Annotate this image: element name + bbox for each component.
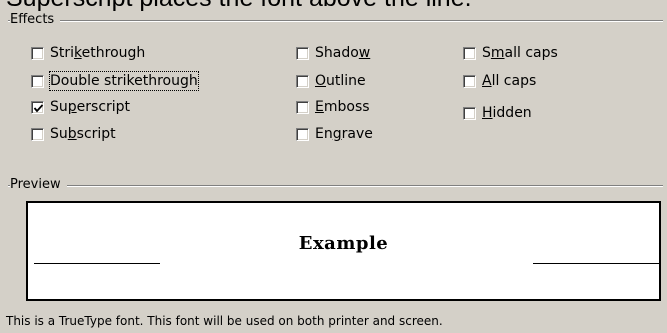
subscript-label: Subscript xyxy=(50,126,116,142)
effects-group-border xyxy=(8,20,663,22)
tooltip-caption: Superscript places the font above the li… xyxy=(6,0,472,13)
emboss-label: Emboss xyxy=(315,99,370,115)
preview-pane: Example xyxy=(26,201,661,301)
outline-label: Outline xyxy=(315,73,366,89)
all-caps-checkbox-box[interactable] xyxy=(463,74,476,88)
preview-group-title: Preview xyxy=(10,177,67,193)
double-strikethrough-checkbox-box[interactable] xyxy=(31,74,44,88)
superscript-label: Superscript xyxy=(50,99,131,115)
checkbox-outline[interactable]: Outline xyxy=(296,72,366,90)
subscript-checkbox-box[interactable] xyxy=(31,127,44,141)
double-strikethrough-label: Double strikethrough xyxy=(49,71,199,91)
font-info-text: This is a TrueType font. This font will … xyxy=(6,314,443,328)
outline-checkbox-box[interactable] xyxy=(296,74,309,88)
engrave-label: Engrave xyxy=(315,126,373,142)
checkbox-engrave[interactable]: Engrave xyxy=(296,125,373,143)
checkbox-hidden[interactable]: Hidden xyxy=(463,104,532,122)
checkbox-strikethrough[interactable]: Strikethrough xyxy=(31,44,145,62)
hidden-checkbox-box[interactable] xyxy=(463,106,476,120)
hidden-label: Hidden xyxy=(482,105,532,121)
preview-baseline-left xyxy=(34,263,160,264)
effects-group-title: Effects xyxy=(10,12,61,28)
small-caps-checkbox-box[interactable] xyxy=(463,46,476,60)
checkbox-shadow[interactable]: Shadow xyxy=(296,44,370,62)
checkbox-double-strikethrough[interactable]: Double strikethrough xyxy=(31,71,199,91)
checkbox-small-caps[interactable]: Small caps xyxy=(463,44,558,62)
checkbox-superscript[interactable]: Superscript xyxy=(31,98,130,116)
strikethrough-checkbox-box[interactable] xyxy=(31,46,44,60)
checkbox-emboss[interactable]: Emboss xyxy=(296,98,370,116)
preview-sample-text: Example xyxy=(298,233,389,254)
preview-baseline-right xyxy=(533,263,659,264)
engrave-checkbox-box[interactable] xyxy=(296,127,309,141)
checkbox-subscript[interactable]: Subscript xyxy=(31,125,116,143)
shadow-label: Shadow xyxy=(315,45,371,61)
superscript-checkbox-box[interactable] xyxy=(31,100,44,114)
emboss-checkbox-box[interactable] xyxy=(296,100,309,114)
shadow-checkbox-box[interactable] xyxy=(296,46,309,60)
all-caps-label: All caps xyxy=(482,73,537,89)
checkbox-all-caps[interactable]: All caps xyxy=(463,72,536,90)
strikethrough-label: Strikethrough xyxy=(50,45,146,61)
preview-group-border xyxy=(8,185,663,187)
small-caps-label: Small caps xyxy=(482,45,558,61)
